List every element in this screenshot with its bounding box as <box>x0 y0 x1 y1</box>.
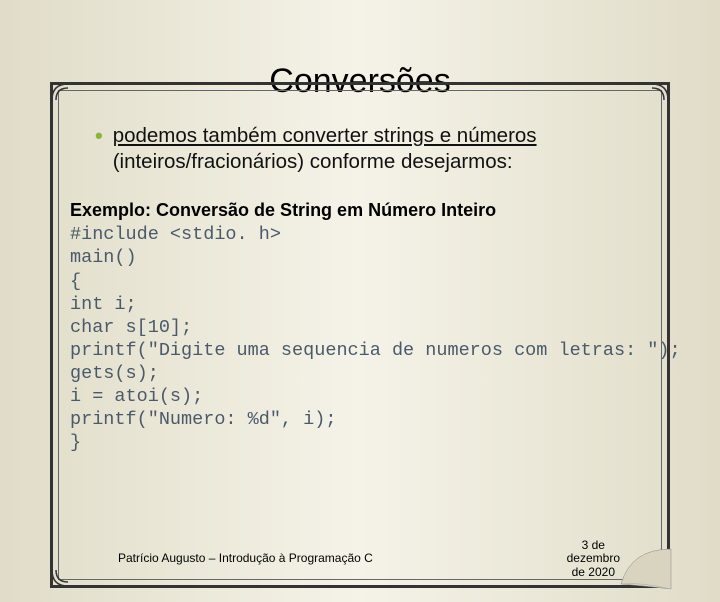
corner-swirl-icon <box>50 568 70 588</box>
footer-date: 3 dedezembrode 2020 <box>567 539 620 580</box>
paper-tear-icon <box>616 544 676 592</box>
example-heading: Exemplo: Conversão de String em Número I… <box>70 200 660 221</box>
footer-author: Patrício Augusto – Introdução à Programa… <box>118 551 373 565</box>
code-sample: #include <stdio. h> main() { int i; char… <box>70 223 660 454</box>
example-block: Exemplo: Conversão de String em Número I… <box>70 200 660 454</box>
corner-swirl-icon <box>650 82 670 102</box>
corner-swirl-icon <box>50 82 70 102</box>
